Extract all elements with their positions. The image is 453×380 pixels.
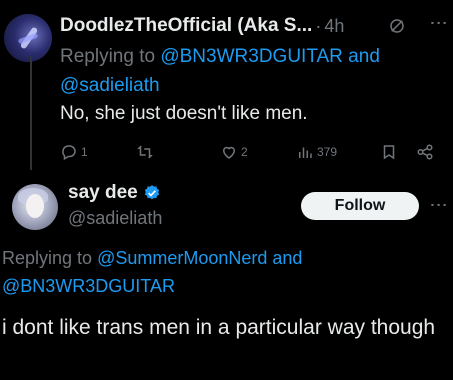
separator-dot: ·	[315, 15, 322, 36]
follow-button[interactable]: Follow	[301, 192, 419, 220]
share-button[interactable]	[416, 142, 434, 162]
tweet-actions: 1 2 379	[60, 142, 445, 162]
view-count: 379	[317, 145, 338, 159]
verified-badge-icon[interactable]	[143, 184, 161, 202]
replying-to: Replying to @BN3WR3DGUITAR and @sadielia…	[60, 42, 445, 100]
and-label: and	[342, 46, 380, 67]
more-options-icon[interactable]: ⋮	[429, 196, 449, 214]
retweet-button[interactable]	[136, 142, 157, 162]
mention-link[interactable]: @sadieliath	[60, 75, 160, 96]
replying-to: Replying to @SummerMoonNerd and @BN3WR3D…	[2, 244, 442, 300]
more-options-icon[interactable]: ⋮	[429, 14, 449, 32]
main-tweet[interactable]: say dee @sadieliath Follow ⋮ Replying to…	[0, 170, 453, 380]
views-button[interactable]: 379	[296, 142, 337, 162]
grok-icon[interactable]	[388, 17, 406, 35]
author-name-row: say dee	[68, 182, 161, 204]
tweet-text: i dont like trans men in a particular wa…	[2, 316, 436, 339]
handle[interactable]: @sadieliath	[68, 208, 162, 229]
replying-to-label: Replying to	[60, 46, 161, 67]
replying-to-label: Replying to	[2, 248, 98, 268]
bookmark-button[interactable]	[380, 142, 398, 162]
reply-icon	[62, 145, 76, 161]
tweet-text: No, she just doesn't like men.	[60, 103, 308, 124]
views-icon	[299, 147, 312, 158]
display-name[interactable]: say dee	[68, 182, 138, 204]
display-name[interactable]: DoodlezTheOfficial (Aka S...	[60, 15, 312, 37]
heart-icon	[222, 146, 236, 159]
timestamp[interactable]: 4h	[324, 16, 344, 37]
retweet-icon	[137, 145, 153, 159]
mention-link[interactable]: @SummerMoonNerd	[97, 248, 267, 268]
reply-button[interactable]: 1	[60, 142, 88, 162]
like-count: 2	[241, 145, 248, 159]
mention-link[interactable]: @BN3WR3DGUITAR	[2, 276, 175, 296]
like-button[interactable]: 2	[220, 142, 248, 162]
reply-count: 1	[81, 145, 88, 159]
avatar[interactable]	[12, 184, 58, 230]
mention-link[interactable]: @BN3WR3DGUITAR	[160, 46, 343, 67]
and-label: and	[267, 248, 303, 268]
avatar[interactable]	[4, 14, 52, 62]
reply-tweet[interactable]: DoodlezTheOfficial (Aka S... · 4h ⋮ Repl…	[0, 0, 453, 170]
share-icon	[417, 144, 433, 160]
bookmark-icon	[383, 145, 395, 160]
thread-line	[30, 56, 32, 170]
avatar-art	[26, 194, 44, 218]
